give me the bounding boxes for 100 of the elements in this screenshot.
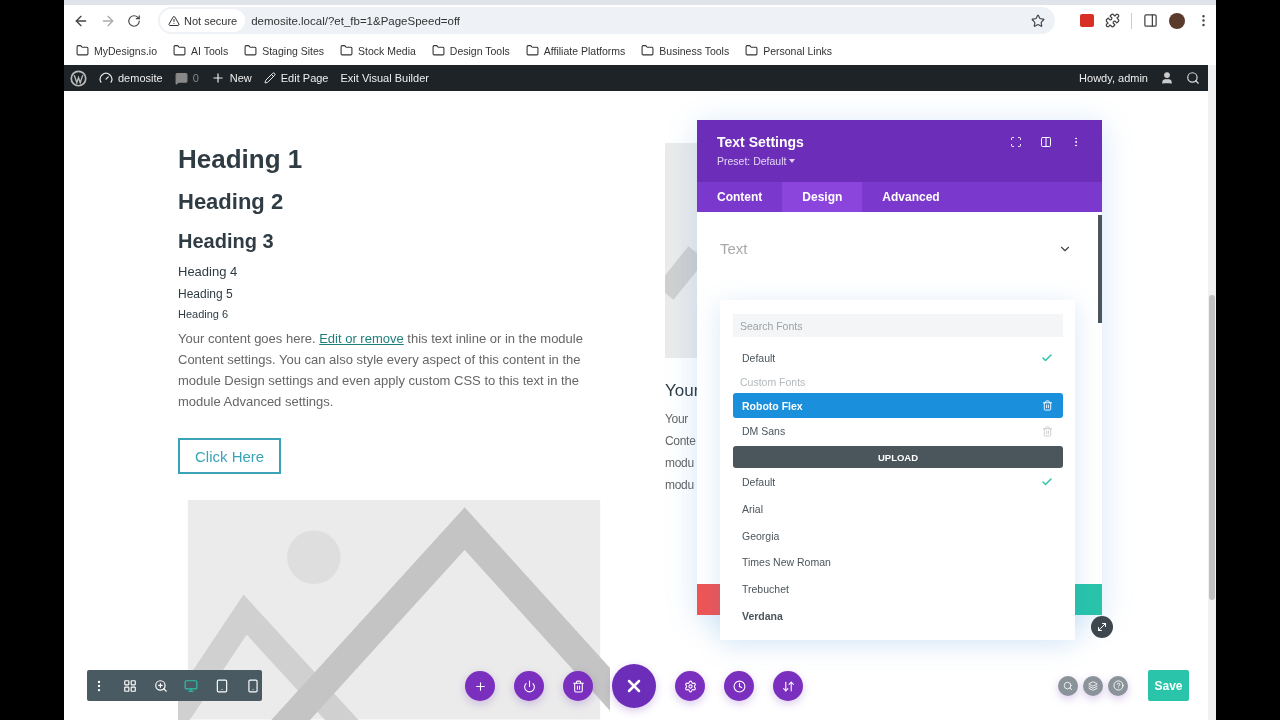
body-text: modu [665,455,694,472]
panel-title: Text Settings [717,134,804,150]
close-button[interactable] [612,664,656,708]
star-icon[interactable] [1031,13,1045,28]
panel-tab[interactable]: Content [697,182,783,212]
body-text: modu [665,477,694,494]
font-option[interactable]: Default [733,345,1063,371]
font-option[interactable]: Georgia [733,522,1063,550]
trash-icon[interactable] [1042,400,1053,411]
bookmark[interactable]: Business Tools [641,44,730,57]
phone-icon [246,678,261,693]
font-option[interactable]: Roboto Flex [733,393,1063,418]
heading: Heading 1 [178,143,303,175]
folder-icon [173,44,187,57]
body-text: Conte [665,433,696,450]
body-text: Your [665,411,689,428]
new-link[interactable]: New [210,71,252,85]
font-option[interactable]: Verdana [733,602,1063,630]
comment-icon [174,71,188,85]
panel-tab[interactable]: Design [782,182,863,212]
heading: Heading 6 [178,307,229,322]
layers-button[interactable] [1083,675,1103,696]
user-avatar-icon [1160,71,1174,85]
font-option[interactable]: Trebuchet [733,575,1063,603]
folder-icon [525,44,539,57]
history-button[interactable] [724,671,754,701]
greeting[interactable]: Howdy, admin [1079,72,1148,84]
folder-icon [431,44,445,57]
font-name: Arial [742,503,763,516]
scrollbar[interactable] [1098,215,1102,323]
font-option[interactable]: DM Sans [733,418,1063,444]
font-name: Default [742,476,776,489]
warning-icon [168,14,180,27]
edit-link[interactable]: Edit or remove [319,331,404,346]
scrollbar[interactable] [1208,65,1216,720]
body-paragraph: Your content goes here. Edit or remove this text inline or in the module Content settings. You can also style every aspect of this content in the module Design settings and even apply custom CSS to this text in the module Advanced settings. [178,330,584,411]
font-name: Default [742,352,776,364]
security-label: Not secure [184,14,238,27]
heading: Heading 5 [178,286,233,303]
folder-icon [76,44,89,57]
heading: Heading 2 [178,188,284,216]
avatar[interactable] [1169,12,1185,29]
sidebar-icon[interactable] [1143,13,1158,28]
reload-icon[interactable] [127,13,141,28]
search-field[interactable]: Search Fonts [733,314,1063,337]
address-bar[interactable]: Not secure demosite.local/?et_fb=1&PageSpeed=off [158,7,1055,34]
pencil-icon [263,72,276,84]
url-text: demosite.local/?et_fb=1&PageSpeed=off [251,14,462,27]
font-name: Times New Roman [742,556,831,569]
bookmark[interactable]: Affiliate Platforms [525,44,626,57]
puzzle-icon[interactable] [1105,13,1120,28]
heading: Your [665,380,697,402]
plus-icon [473,679,487,693]
tablet-icon [215,678,230,693]
search-icon [1063,680,1073,691]
comments-link[interactable]: 0 [174,71,199,85]
search-icon[interactable] [1186,71,1200,85]
folder-icon [641,44,655,57]
layers-icon [1088,680,1098,691]
bookmark[interactable]: Design Tools [431,44,510,57]
resize-icon [1096,621,1108,633]
font-name: Trebuchet [742,583,789,596]
bookmark[interactable]: MyDesigns.io [76,44,158,57]
folder-icon [340,44,354,57]
group-label: Custom Fonts [739,375,807,390]
desktop-icon [184,678,199,693]
font-option[interactable]: Times New Roman [733,549,1063,576]
settings-button[interactable] [675,671,705,701]
search-button[interactable] [1058,675,1078,696]
font-name: Georgia [742,529,780,542]
edit-page-link[interactable]: Edit Page [263,72,329,84]
upload-button[interactable]: UPLOAD [733,446,1063,468]
font-option[interactable]: Arial [733,495,1063,523]
sort-icon [781,679,795,693]
exit-builder-link[interactable]: Exit Visual Builder [340,72,429,84]
panel-tab[interactable]: Advanced [862,182,960,212]
site-link[interactable]: demosite [99,71,163,85]
split-view-icon[interactable] [1040,136,1052,148]
trash-icon [571,679,585,693]
wireframe-icon [122,678,137,693]
resize-handle[interactable] [1091,616,1113,638]
heading: Heading 4 [178,263,238,281]
bookmark[interactable]: Personal Links [745,44,833,57]
focus-icon[interactable] [1010,136,1022,148]
plus-icon [210,71,225,85]
sort-button[interactable] [773,671,803,701]
help-button[interactable] [1108,675,1128,696]
bookmark[interactable]: Stock Media [340,44,416,57]
font-option[interactable]: Default [733,469,1063,496]
dashboard-icon [99,71,113,85]
clock-icon [732,679,746,693]
preset-label[interactable]: Preset: Default [717,155,787,167]
power-icon [522,679,536,693]
wordpress-logo-icon [70,69,87,87]
security-chip[interactable]: Not secure [160,9,246,32]
font-name: DM Sans [742,425,786,437]
settings-icon [683,679,697,693]
heading: Heading 3 [178,229,274,254]
bookmark[interactable]: Staging Sites [244,44,325,57]
bookmark[interactable]: AI Tools [173,44,229,57]
